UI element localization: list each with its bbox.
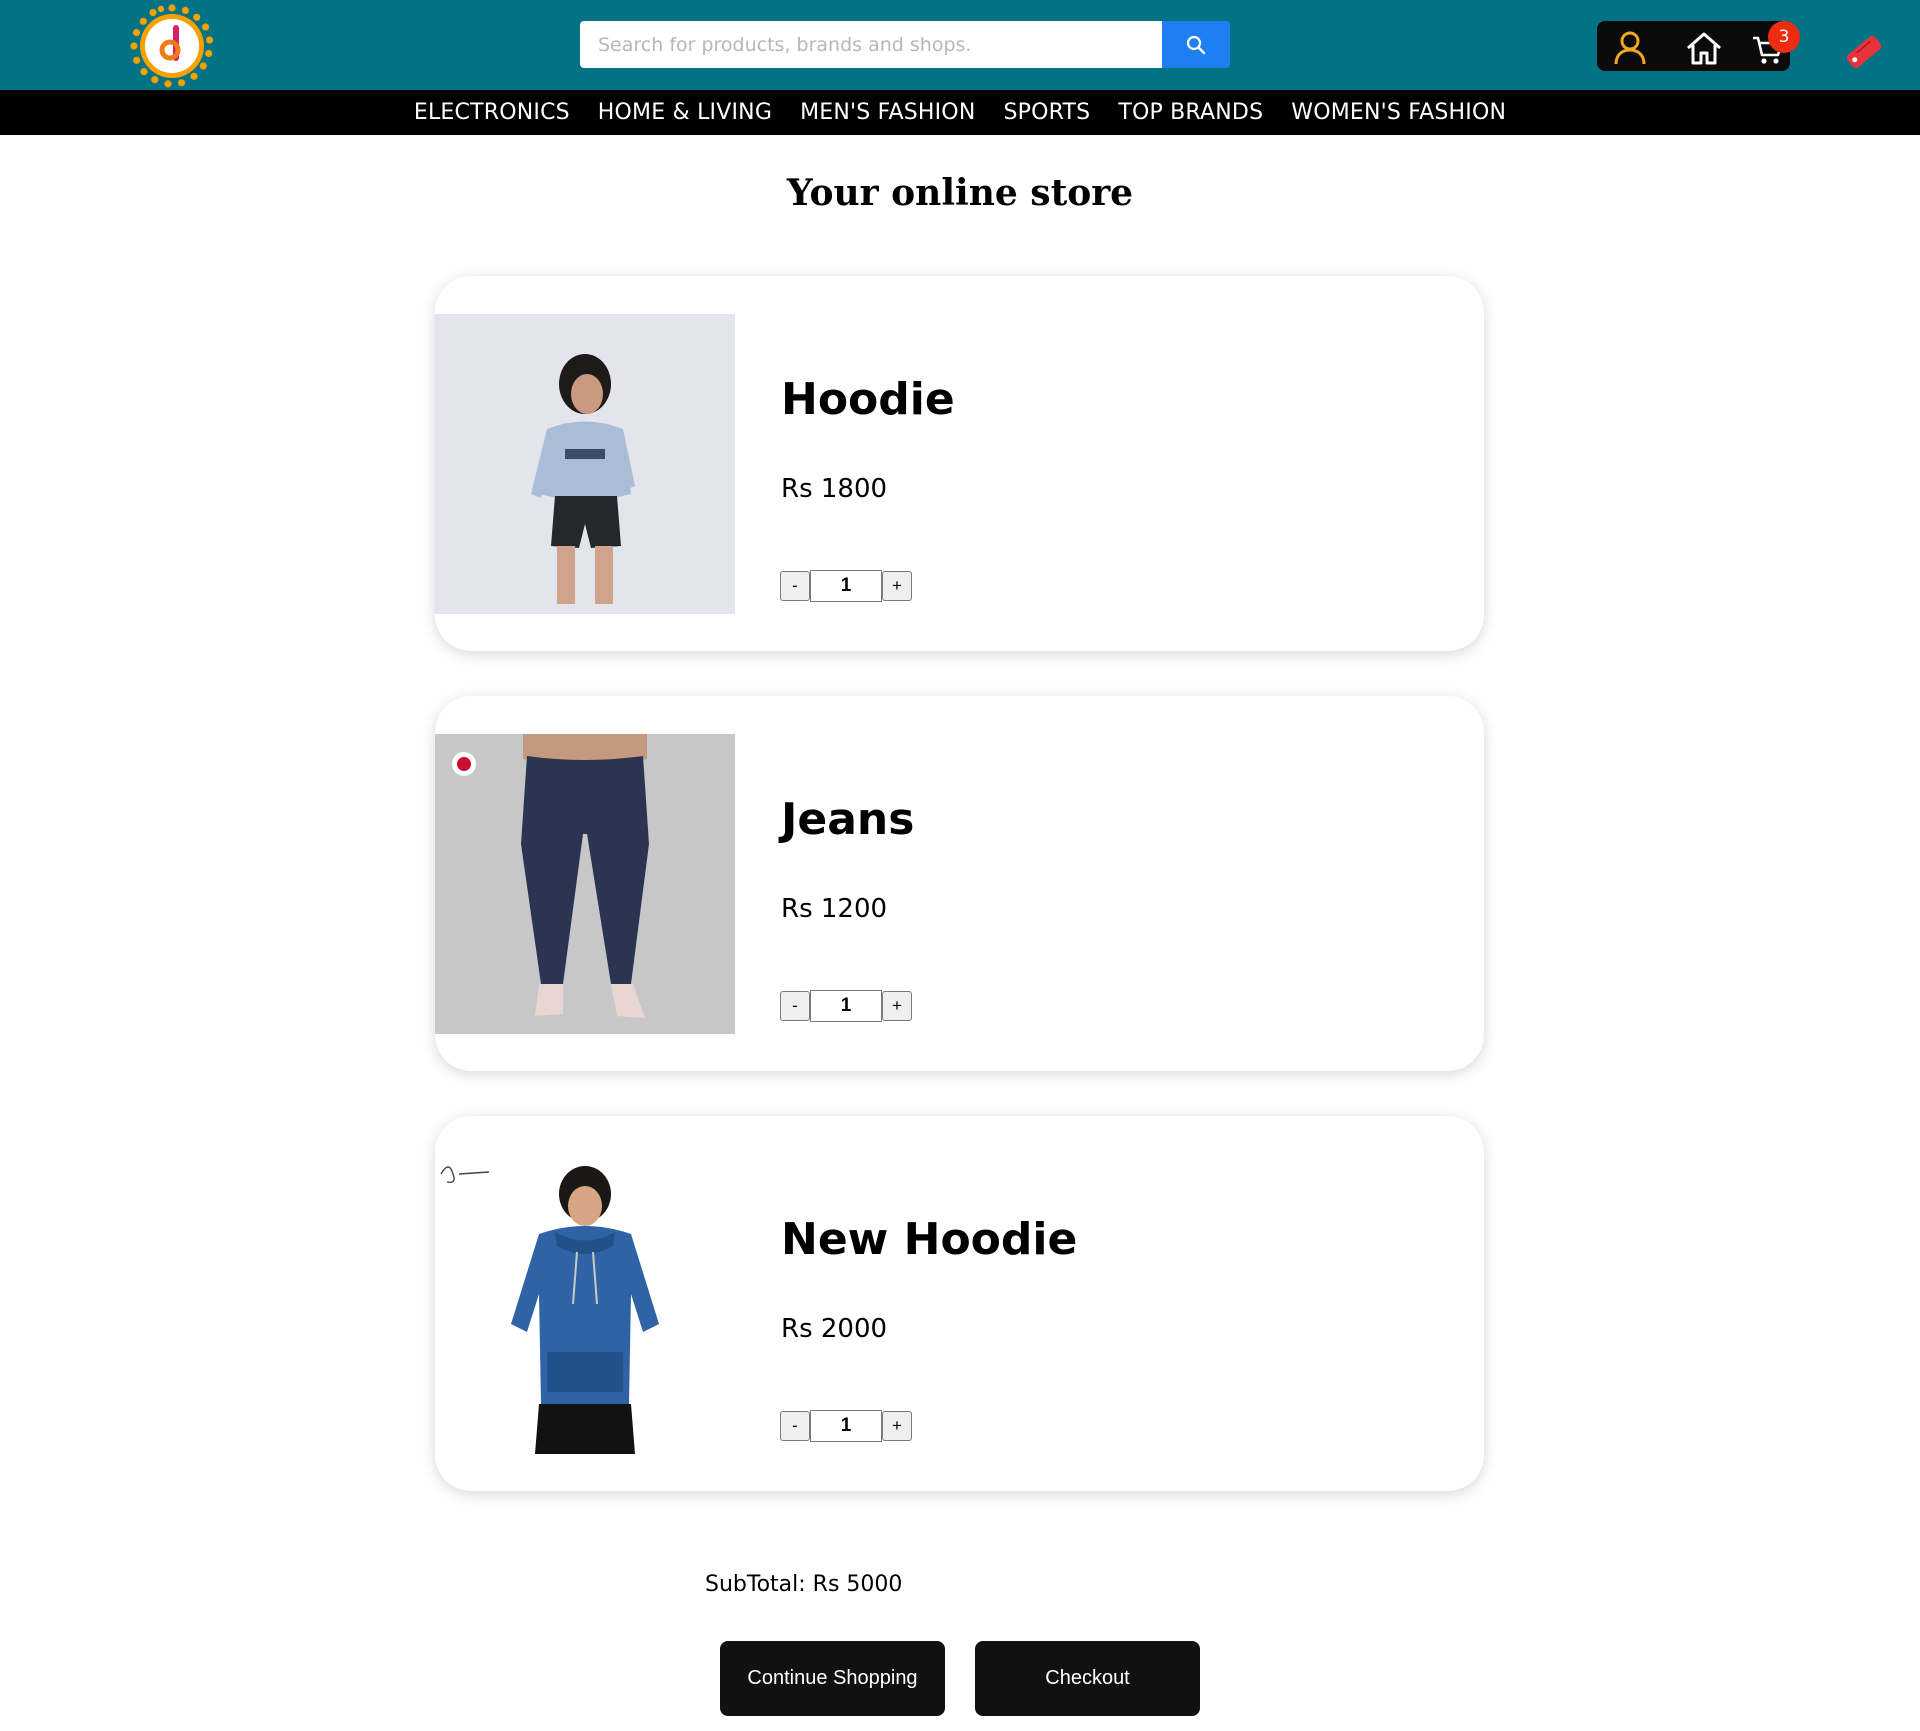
cart-item-card: New Hoodie Rs 2000 - 1 + xyxy=(435,1116,1484,1491)
decrease-quantity-button[interactable]: - xyxy=(780,991,810,1021)
product-image xyxy=(435,734,735,1034)
nav-item-sports[interactable]: SPORTS xyxy=(1003,100,1090,125)
increase-quantity-button[interactable]: + xyxy=(882,571,912,601)
quantity-input[interactable]: 1 xyxy=(810,990,882,1022)
site-logo[interactable] xyxy=(130,4,214,88)
cart-count-badge: 3 xyxy=(1768,21,1800,53)
nav-item-electronics[interactable]: ELECTRONICS xyxy=(414,100,570,125)
quantity-input[interactable]: 1 xyxy=(810,1410,882,1442)
quantity-stepper: - 1 + xyxy=(780,570,912,602)
nav-item-top-brands[interactable]: TOP BRANDS xyxy=(1118,100,1263,125)
checkout-button[interactable]: Checkout xyxy=(975,1641,1200,1716)
quantity-stepper: - 1 + xyxy=(780,990,912,1022)
nav-item-home-living[interactable]: HOME & LIVING xyxy=(598,100,772,125)
product-name: Hoodie xyxy=(781,374,955,425)
header-bar: 3 xyxy=(0,0,1920,90)
search-icon xyxy=(1186,35,1206,54)
cart-item-card: Hoodie Rs 1800 - 1 + xyxy=(435,276,1484,651)
tag-icon[interactable] xyxy=(1842,30,1886,74)
search-input[interactable] xyxy=(580,21,1162,68)
search-button[interactable] xyxy=(1162,21,1230,68)
cart-item-card: Jeans Rs 1200 - 1 + xyxy=(435,696,1484,1071)
product-price: Rs 2000 xyxy=(781,1314,888,1344)
increase-quantity-button[interactable]: + xyxy=(882,1411,912,1441)
product-image xyxy=(435,1154,735,1454)
decrease-quantity-button[interactable]: - xyxy=(780,1411,810,1441)
continue-shopping-button[interactable]: Continue Shopping xyxy=(720,1641,945,1716)
product-price: Rs 1800 xyxy=(781,474,888,504)
product-image xyxy=(435,314,735,614)
nav-item-mens-fashion[interactable]: MEN'S FASHION xyxy=(800,100,975,125)
home-icon[interactable] xyxy=(1684,28,1724,68)
product-name: Jeans xyxy=(781,794,915,845)
decrease-quantity-button[interactable]: - xyxy=(780,571,810,601)
quantity-input[interactable]: 1 xyxy=(810,570,882,602)
page-title: Your online store xyxy=(786,172,1134,214)
search-bar xyxy=(580,21,1230,68)
category-nav: ELECTRONICS HOME & LIVING MEN'S FASHION … xyxy=(0,90,1920,135)
cart-subtotal: SubTotal: Rs 5000 xyxy=(705,1572,903,1597)
product-price: Rs 1200 xyxy=(781,894,888,924)
quantity-stepper: - 1 + xyxy=(780,1410,912,1442)
nav-item-womens-fashion[interactable]: WOMEN'S FASHION xyxy=(1291,100,1506,125)
user-icon[interactable] xyxy=(1610,28,1650,68)
increase-quantity-button[interactable]: + xyxy=(882,991,912,1021)
product-name: New Hoodie xyxy=(781,1214,1078,1265)
